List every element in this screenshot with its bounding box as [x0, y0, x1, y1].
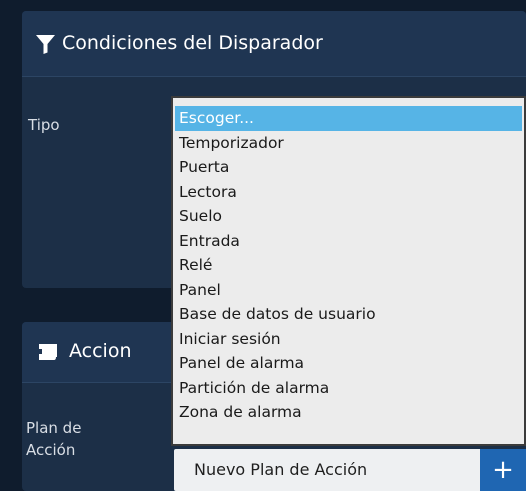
type-option-relay[interactable]: Relé	[175, 253, 522, 278]
trigger-conditions-header: Condiciones del Disparador	[22, 11, 526, 77]
plus-icon: +	[492, 455, 514, 485]
action-plan-value: Nuevo Plan de Acción	[194, 460, 368, 479]
type-label: Tipo	[28, 116, 60, 134]
type-option-floor[interactable]: Suelo	[175, 204, 522, 229]
action-title: Accion	[69, 340, 132, 362]
type-option-alarm-partition[interactable]: Partición de alarma	[175, 376, 522, 401]
action-plan-label-line2: Acción	[26, 441, 76, 459]
add-action-plan-button[interactable]: +	[480, 449, 526, 491]
type-option-panel[interactable]: Panel	[175, 278, 522, 303]
type-option-login[interactable]: Iniciar sesión	[175, 327, 522, 352]
type-option-user-database[interactable]: Base de datos de usuario	[175, 302, 522, 327]
type-options: Escoger... Temporizador Puerta Lectora S…	[173, 98, 524, 425]
action-plan-select[interactable]: Nuevo Plan de Acción	[174, 449, 502, 491]
type-option-alarm-panel[interactable]: Panel de alarma	[175, 351, 522, 376]
type-option-timer[interactable]: Temporizador	[175, 131, 522, 156]
type-option-door[interactable]: Puerta	[175, 155, 522, 180]
type-option-alarm-zone[interactable]: Zona de alarma	[175, 400, 522, 425]
type-option-reader[interactable]: Lectora	[175, 180, 522, 205]
filter-icon	[36, 35, 55, 54]
action-plan-label-line1: Plan de	[26, 419, 82, 437]
type-option-choose[interactable]: Escoger...	[175, 106, 522, 131]
type-option-input[interactable]: Entrada	[175, 229, 522, 254]
type-dropdown-list[interactable]: Escoger... Temporizador Puerta Lectora S…	[171, 96, 526, 446]
trigger-conditions-title: Condiciones del Disparador	[62, 32, 323, 54]
scroll-icon	[39, 344, 57, 360]
